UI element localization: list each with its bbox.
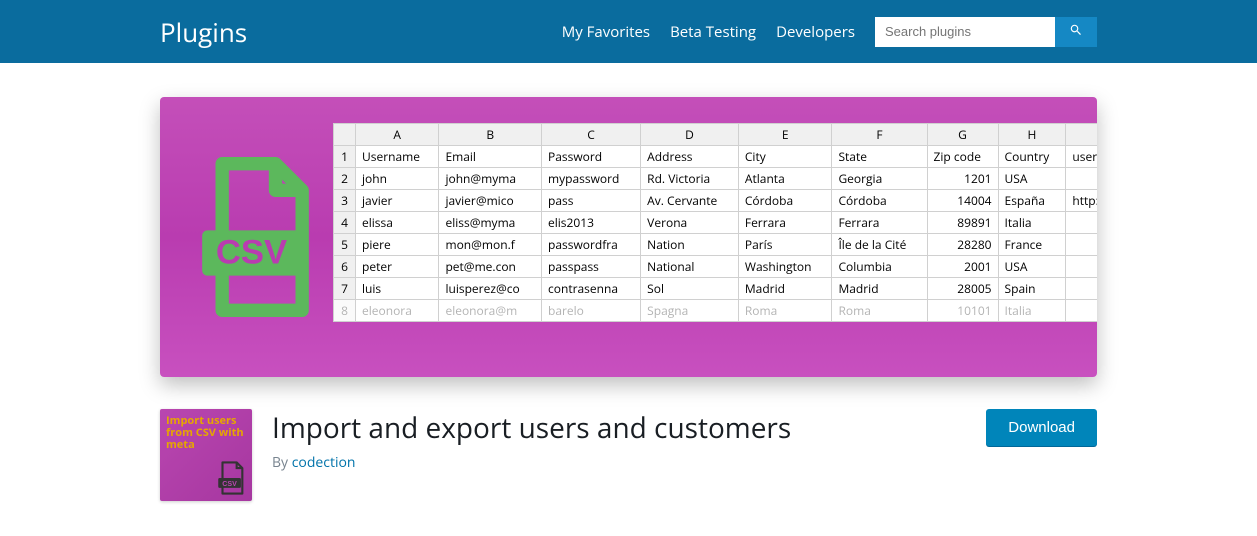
plugin-icon-label: Import users from CSV with meta (166, 415, 246, 451)
search-icon (1069, 23, 1083, 40)
plugin-banner: CSV A B C D E F G H 1 Username Email Pas… (160, 97, 1097, 377)
plugin-icon: Import users from CSV with meta CSV (160, 409, 252, 501)
csv-small-icon: CSV (216, 461, 246, 495)
header: Plugins My Favorites Beta Testing Develo… (0, 0, 1257, 63)
nav-developers[interactable]: Developers (776, 22, 855, 42)
plugin-byline: By codection (272, 453, 966, 472)
svg-text:CSV: CSV (216, 234, 287, 272)
plugin-header: Import users from CSV with meta CSV Impo… (160, 409, 1097, 501)
plugin-author-link[interactable]: codection (292, 453, 356, 472)
nav-beta-testing[interactable]: Beta Testing (670, 22, 756, 42)
nav-favorites[interactable]: My Favorites (562, 22, 650, 42)
search-button[interactable] (1055, 17, 1097, 47)
search-input[interactable] (875, 17, 1055, 47)
download-button[interactable]: Download (986, 409, 1097, 446)
svg-text:CSV: CSV (222, 480, 237, 488)
page-title: Plugins (160, 14, 247, 50)
search-form (875, 17, 1097, 47)
csv-file-icon: CSV (188, 157, 323, 317)
spreadsheet-preview: A B C D E F G H 1 Username Email Passwor… (333, 123, 1097, 322)
plugin-title: Import and export users and customers (272, 409, 966, 447)
